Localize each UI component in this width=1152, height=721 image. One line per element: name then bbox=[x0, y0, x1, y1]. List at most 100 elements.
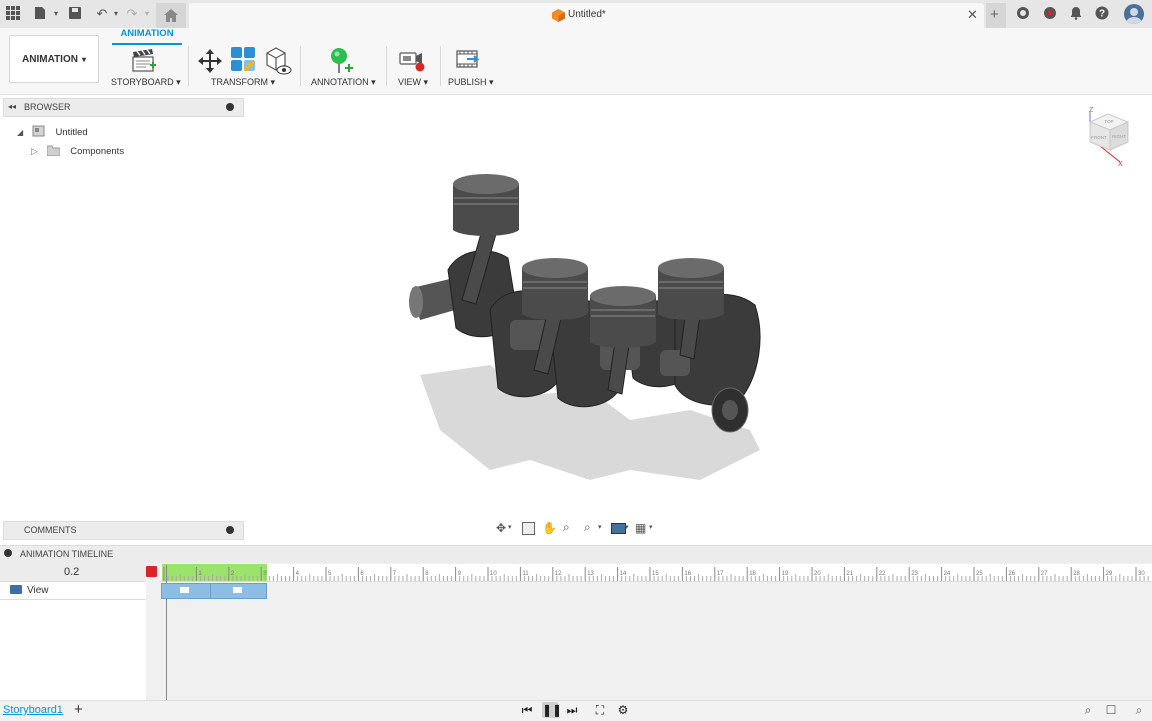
tree-item-root[interactable]: ◢ Untitled bbox=[17, 123, 88, 138]
camera-icon bbox=[180, 587, 189, 593]
toolbar: ANIMATION ▾ ANIMATION STORYBOARD ▾ TRANS… bbox=[0, 28, 1152, 95]
restore-home-button[interactable] bbox=[264, 46, 292, 76]
home-tab[interactable] bbox=[156, 3, 186, 28]
apps-grid-icon[interactable] bbox=[5, 6, 21, 22]
timeline-header[interactable]: ANIMATION TIMELINE bbox=[0, 545, 1152, 564]
toolbar-divider bbox=[300, 46, 301, 86]
toolbar-divider bbox=[386, 46, 387, 86]
loop-icon[interactable]: ⛶ bbox=[592, 702, 608, 718]
workspace-switcher[interactable]: ANIMATION ▾ bbox=[9, 35, 99, 83]
chevron-down-icon[interactable]: ▾ bbox=[139, 6, 155, 22]
timeline-ruler[interactable]: 1 2 3 4 5 6 7 8 9 10 11 12 13 14 15 16 17 18 19 20 21 22 23 24 2… bbox=[160, 564, 1152, 582]
current-time[interactable]: 0.2 bbox=[64, 566, 79, 578]
close-icon[interactable]: ✕ bbox=[967, 7, 978, 23]
settings-gear-icon[interactable]: ⚙ bbox=[615, 702, 631, 718]
add-comment-icon[interactable] bbox=[226, 526, 234, 534]
tree-item-components[interactable]: ▷ Components bbox=[31, 143, 124, 157]
ruler-tick-label: 5 bbox=[328, 571, 332, 577]
axis-x-label: X bbox=[1118, 161, 1123, 168]
caret-down-icon[interactable]: ◢ bbox=[17, 128, 23, 137]
view-menu[interactable]: VIEW ▾ bbox=[398, 77, 428, 88]
help-icon[interactable]: ? bbox=[1094, 6, 1110, 22]
chevron-down-icon[interactable]: ▾ bbox=[598, 523, 602, 531]
annotation-menu[interactable]: ANNOTATION ▾ bbox=[311, 77, 376, 88]
ruler-tick-label: 19 bbox=[782, 571, 789, 577]
document-title: Untitled* bbox=[568, 9, 606, 20]
add-storyboard-button[interactable]: + bbox=[74, 701, 83, 718]
track-label: View bbox=[27, 585, 49, 596]
storyboard-tab[interactable]: Storyboard1 bbox=[3, 704, 63, 716]
view-clip-track[interactable] bbox=[161, 583, 267, 599]
pause-icon[interactable]: ❚❚ bbox=[542, 702, 562, 718]
ruler-tick-label: 21 bbox=[846, 571, 853, 577]
ruler-tick-label: 26 bbox=[1008, 571, 1015, 577]
extensions-icon[interactable] bbox=[1042, 6, 1058, 22]
ruler-tick-label: 28 bbox=[1073, 571, 1080, 577]
collapse-arrows-icon[interactable]: ◂◂ bbox=[8, 102, 16, 111]
ruler-tick-label: 7 bbox=[393, 571, 397, 577]
design-file-icon bbox=[552, 9, 565, 22]
display-settings-icon[interactable] bbox=[611, 523, 626, 534]
comments-panel-header[interactable]: COMMENTS bbox=[3, 521, 244, 540]
tree-root-label: Untitled bbox=[55, 127, 88, 138]
caret-right-icon[interactable]: ▷ bbox=[31, 146, 38, 156]
ruler-tick-label: 11 bbox=[522, 571, 529, 577]
view-camera-button[interactable] bbox=[398, 48, 426, 74]
track-row-view[interactable]: View bbox=[0, 582, 146, 600]
comments-title: COMMENTS bbox=[24, 525, 77, 535]
move-button[interactable] bbox=[197, 48, 223, 74]
chevron-down-icon: ▾ bbox=[81, 54, 86, 64]
viewcube[interactable]: Z X TOP FRONT RIGHT bbox=[1082, 104, 1138, 168]
panel-pin-icon[interactable] bbox=[226, 103, 234, 111]
skip-to-end-icon[interactable]: ⏭ bbox=[564, 702, 580, 718]
callout-button[interactable] bbox=[328, 46, 356, 76]
browser-panel-header[interactable]: ◂◂ BROWSER bbox=[3, 98, 244, 117]
piston-3 bbox=[590, 286, 656, 348]
chevron-down-icon[interactable]: ▾ bbox=[625, 523, 629, 531]
chevron-down-icon[interactable]: ▾ bbox=[649, 523, 653, 531]
document-tab[interactable]: Untitled* ✕ bbox=[189, 3, 984, 28]
ruler-tick-label: 13 bbox=[587, 571, 594, 577]
fit-icon[interactable]: ⌕ bbox=[584, 520, 591, 535]
redo-icon[interactable]: ↷ bbox=[124, 6, 140, 22]
bell-icon[interactable] bbox=[1068, 6, 1084, 22]
publish-menu[interactable]: PUBLISH ▾ bbox=[448, 77, 494, 88]
playhead-handle[interactable] bbox=[146, 566, 157, 577]
timeline-area[interactable] bbox=[146, 563, 1152, 700]
grid-icon[interactable]: ▦ bbox=[635, 521, 646, 535]
skip-to-start-icon[interactable]: ⏮ bbox=[519, 702, 535, 718]
chevron-down-icon[interactable]: ▾ bbox=[48, 6, 64, 22]
file-icon[interactable] bbox=[32, 6, 48, 22]
transform-menu[interactable]: TRANSFORM ▾ bbox=[211, 77, 275, 88]
look-at-icon[interactable] bbox=[522, 522, 535, 535]
avatar[interactable] bbox=[1124, 4, 1144, 24]
components-icon bbox=[231, 47, 255, 71]
zoom-out-icon[interactable]: ⌕ bbox=[1080, 702, 1096, 718]
globe-icon[interactable] bbox=[1015, 6, 1031, 22]
collapse-icon[interactable] bbox=[4, 549, 12, 557]
workspace-label: ANIMATION bbox=[22, 53, 78, 65]
timeline-track-list: 0.2 View bbox=[0, 563, 147, 700]
publish-video-button[interactable] bbox=[455, 48, 483, 74]
model-crankshaft[interactable] bbox=[400, 170, 780, 510]
new-storyboard-button[interactable] bbox=[130, 48, 158, 74]
chevron-down-icon[interactable]: ▾ bbox=[108, 6, 124, 22]
new-tab-button[interactable]: + bbox=[986, 3, 1006, 28]
ruler-tick-label: 17 bbox=[717, 571, 724, 577]
ruler-tick-label: 3 bbox=[263, 571, 267, 577]
fit-timeline-icon[interactable]: ☐ bbox=[1103, 702, 1119, 718]
chevron-down-icon[interactable]: ▾ bbox=[508, 523, 512, 531]
storyboard-menu[interactable]: STORYBOARD ▾ bbox=[111, 77, 181, 88]
ruler-tick-label: 22 bbox=[879, 571, 886, 577]
save-icon[interactable] bbox=[67, 6, 83, 22]
ruler-tick-label: 2 bbox=[231, 571, 235, 577]
zoom-in-icon[interactable]: ⌕ bbox=[1131, 702, 1147, 718]
ruler-tick-label: 23 bbox=[911, 571, 918, 577]
zoom-icon[interactable]: ⌕ bbox=[563, 520, 570, 535]
tab-animation[interactable]: ANIMATION bbox=[112, 28, 182, 45]
viewcube-front-face: FRONT bbox=[1091, 135, 1107, 140]
pan-hand-icon[interactable]: ✋ bbox=[542, 521, 557, 535]
orbit-icon[interactable]: ✥ bbox=[496, 521, 506, 535]
transform-components-button[interactable] bbox=[230, 46, 256, 74]
ruler-tick-label: 8 bbox=[425, 571, 429, 577]
